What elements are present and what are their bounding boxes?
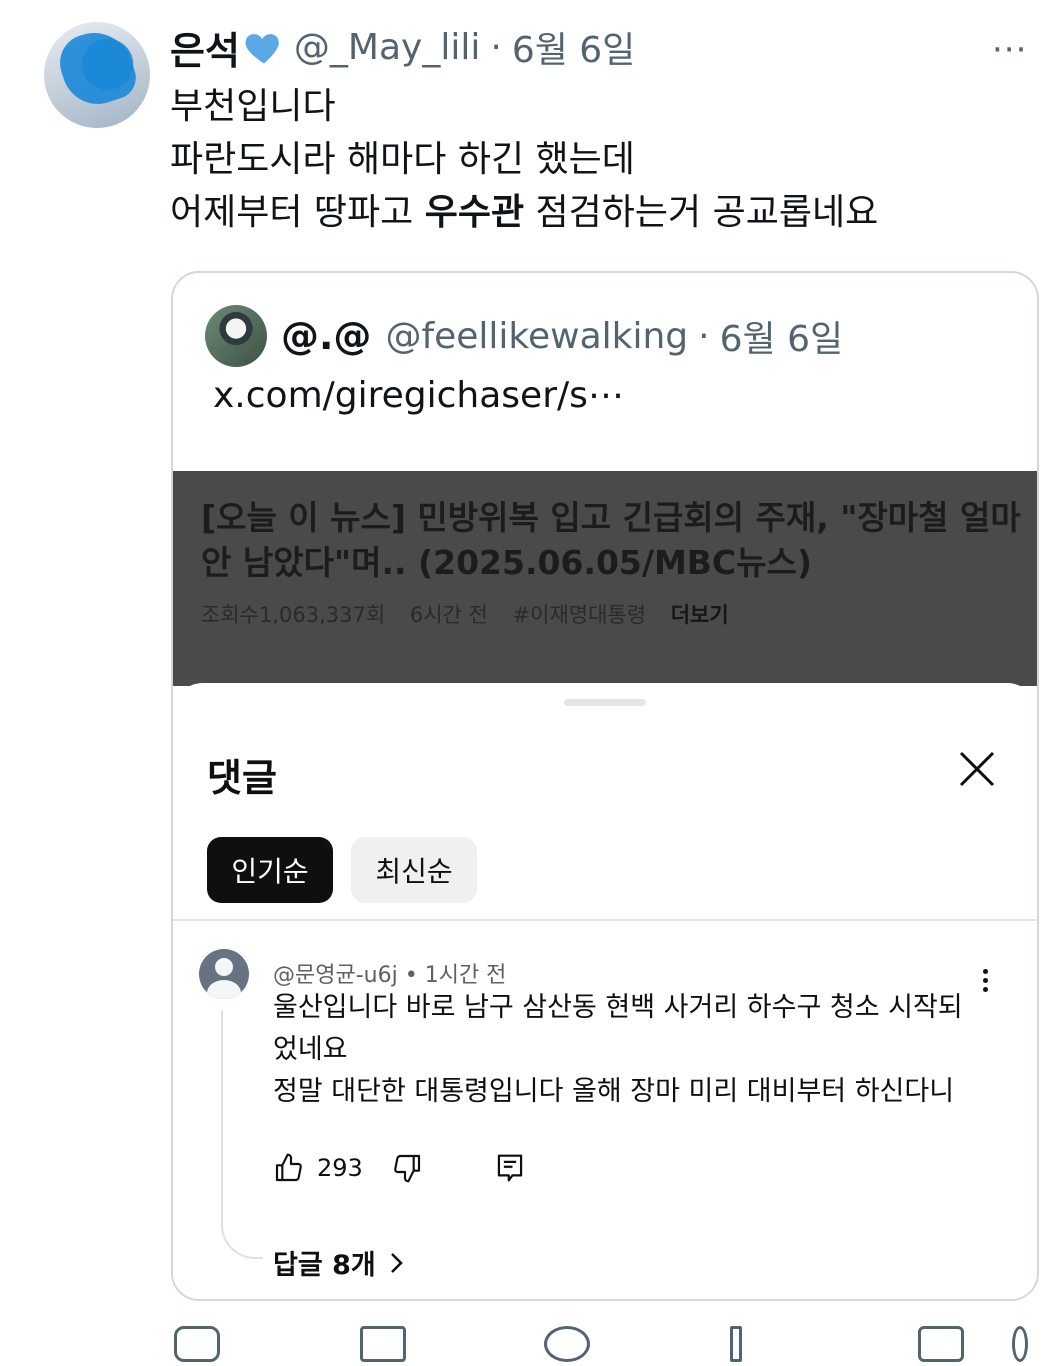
user-handle[interactable]: @_May_lili — [294, 27, 480, 68]
reply-icon[interactable] — [174, 1326, 220, 1362]
tab-newest-comments[interactable]: 최신순 — [351, 837, 477, 903]
blue-heart-icon — [245, 34, 279, 64]
video-title: [오늘 이 뉴스] 민방위복 입고 긴급회의 주재, "장마철 얼마 안 남았다… — [201, 498, 1021, 582]
comments-title: 댓글 — [207, 756, 277, 800]
comment-author[interactable]: @문영균-u6j — [273, 963, 398, 988]
tweet-header: 은석 @_May_lili · 6월 6일 — [170, 20, 635, 74]
quote-link[interactable]: x.com/giregichaser/s⋯ — [213, 375, 624, 416]
comment-line-1: 울산입니다 바로 남구 삼산동 현백 사거리 하수구 청소 시작되 — [273, 992, 963, 1023]
thumbs-up-icon[interactable] — [273, 1152, 305, 1184]
retweet-icon[interactable] — [360, 1326, 406, 1362]
video-more-link[interactable]: 더보기 — [671, 603, 729, 627]
tweet-date[interactable]: 6월 6일 — [512, 21, 636, 73]
tweet-line-2: 파란도시라 해마다 하긴 했는데 — [170, 139, 635, 180]
tab-top-comments[interactable]: 인기순 — [207, 837, 333, 903]
separator-dot: · — [490, 26, 502, 68]
comment-line-3: 정말 대단한 대통령입니다 올해 장마 미리 대비부터 하신다니 — [273, 1076, 955, 1107]
tweet-line-3-end: 점검하는거 공교롭네요 — [524, 192, 879, 233]
views-icon[interactable] — [730, 1326, 742, 1362]
comment-separator: • — [404, 963, 418, 988]
comment-text: 울산입니다 바로 남구 삼산동 현백 사거리 하수구 청소 시작되 었네요 정말… — [273, 987, 993, 1113]
quote-date[interactable]: 6월 6일 — [720, 310, 844, 362]
sheet-drag-handle[interactable] — [564, 699, 646, 706]
comment-time: 1시간 전 — [424, 963, 507, 988]
close-icon[interactable] — [957, 749, 997, 789]
bookmark-icon[interactable] — [918, 1326, 964, 1362]
thread-line — [221, 1011, 263, 1259]
commenter-avatar[interactable] — [199, 949, 249, 999]
tweet-line-3: 어제부터 땅파고 우수관 점검하는거 공교롭네요 — [170, 186, 878, 239]
comment-meta: @문영균-u6j • 1시간 전 — [273, 957, 506, 989]
video-views: 조회수1,063,337회 — [201, 603, 386, 627]
profile-avatar[interactable] — [44, 22, 150, 128]
quote-avatar[interactable] — [205, 305, 267, 367]
quoted-tweet-card[interactable]: @.@ @feellikewalking · 6월 6일 x.com/gireg… — [171, 271, 1039, 1301]
comments-sheet: 댓글 인기순 최신순 @문영균-u6j • 1시간 전 울산입니다 바로 남구 … — [173, 683, 1037, 1299]
more-options-icon[interactable]: ··· — [992, 30, 1027, 70]
replies-button[interactable]: 답글 8개 — [273, 1243, 404, 1282]
display-name[interactable]: 은석 — [170, 20, 240, 75]
video-meta: 조회수1,063,337회 6시간 전 #이재명대통령 더보기 — [201, 599, 747, 629]
quote-handle[interactable]: @feellikewalking — [385, 316, 688, 357]
comment-icon[interactable] — [495, 1152, 525, 1184]
tweet-line-1: 부천입니다 — [170, 86, 336, 127]
comment-line-2: 었네요 — [273, 1034, 348, 1065]
tweet-line-3-start: 어제부터 땅파고 — [170, 192, 425, 233]
tweet-bold-word: 우수관 — [424, 192, 525, 233]
video-info-panel: [오늘 이 뉴스] 민방위복 입고 긴급회의 주재, "장마철 얼마 안 남았다… — [173, 471, 1037, 686]
like-icon[interactable] — [544, 1326, 590, 1362]
share-icon[interactable] — [1012, 1326, 1028, 1362]
chevron-right-icon — [390, 1252, 403, 1273]
video-time: 6시간 전 — [409, 603, 488, 627]
quote-header: @.@ @feellikewalking · 6월 6일 — [281, 307, 843, 365]
quote-separator: · — [698, 315, 710, 357]
replies-label: 답글 8개 — [273, 1250, 376, 1281]
tweet-text: 부천입니다 파란도시라 해마다 하긴 했는데 어제부터 땅파고 우수관 점검하는… — [170, 80, 878, 239]
thumbs-down-icon[interactable] — [391, 1152, 423, 1184]
video-hashtag[interactable]: #이재명대통령 — [513, 603, 647, 627]
comment-actions: 293 — [273, 1148, 525, 1188]
sheet-divider — [173, 919, 1037, 921]
tweet-action-bar-partial — [170, 1326, 1030, 1366]
like-count: 293 — [317, 1154, 363, 1182]
quote-display-name[interactable]: @.@ — [281, 314, 371, 358]
